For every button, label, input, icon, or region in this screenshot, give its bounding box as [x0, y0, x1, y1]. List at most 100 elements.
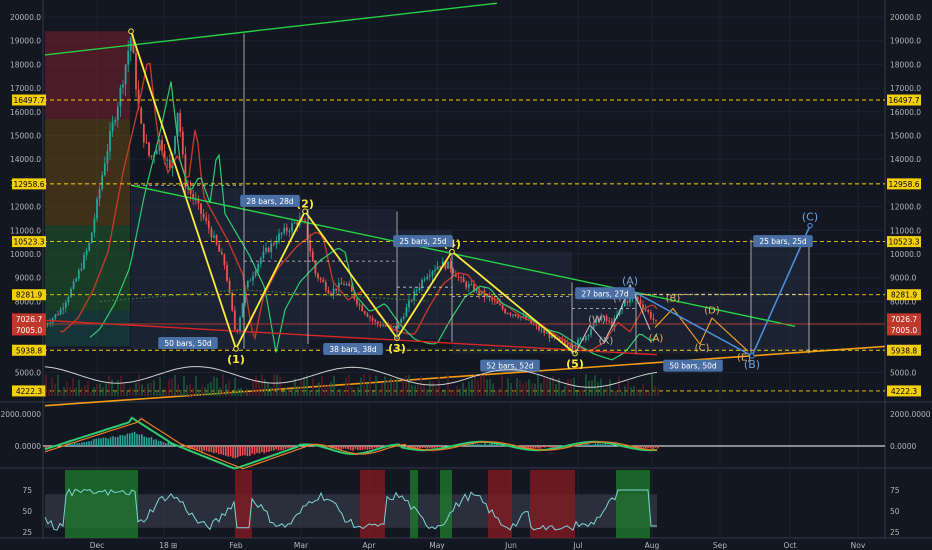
macd-histogram-bar: [141, 434, 143, 446]
macd-histogram-bar: [88, 441, 90, 446]
macd-histogram-bar: [479, 444, 481, 446]
trading-chart[interactable]: 5000.05000.06000.06000.07000.07000.08000…: [0, 0, 932, 550]
price-level-tag-text: 4222.3: [891, 387, 917, 396]
candle-body: [101, 175, 104, 190]
macd-histogram-bar: [345, 446, 347, 449]
candle-body: [257, 263, 260, 272]
candle-body: [311, 251, 314, 262]
macd-histogram-bar: [287, 446, 289, 449]
volume-bar: [492, 383, 494, 396]
price-level-tag-text: 10523.3: [13, 238, 44, 247]
volume-bar: [468, 381, 470, 396]
y-tick-label-right: 11000.0: [890, 226, 921, 235]
volume-bar: [195, 376, 197, 396]
macd-histogram-bar: [241, 446, 244, 456]
candle-body: [587, 334, 590, 337]
oscillator-zone: [616, 470, 650, 538]
candle-body: [327, 290, 330, 294]
volume-bar: [441, 391, 443, 396]
candle-body: [275, 242, 278, 245]
macd-histogram-bar: [289, 446, 292, 449]
macd-histogram-bar: [193, 446, 196, 449]
volume-bar: [636, 388, 638, 396]
candle-body: [369, 316, 371, 318]
volume-bar: [372, 391, 374, 396]
candle-body: [285, 227, 288, 232]
candle-body: [408, 300, 410, 308]
candle-body: [135, 53, 137, 90]
candle-body: [272, 243, 275, 245]
macd-histogram-bar: [208, 446, 210, 452]
volume-bar: [612, 390, 614, 396]
candle-body: [259, 257, 262, 264]
volume-bar: [435, 387, 437, 396]
macd-tick-right: 2000.0000: [890, 410, 931, 419]
macd-tick-left: 2000.0000: [0, 410, 41, 419]
candle-body: [283, 227, 286, 234]
y-tick-label-left: 17000.0: [10, 84, 41, 93]
candle-body: [254, 271, 257, 276]
volume-bar: [432, 381, 434, 396]
volume-bar: [627, 381, 629, 396]
macd-histogram-bar: [83, 442, 85, 446]
candle-body: [106, 151, 109, 164]
volume-bar: [54, 383, 56, 396]
volume-bar: [279, 376, 281, 396]
bar-count-tag: 25 bars, 25d: [753, 235, 813, 248]
candle-body: [514, 314, 517, 317]
macd-histogram-bar: [592, 444, 594, 446]
price-level-tag-left: 12958.6: [12, 178, 46, 190]
macd-histogram-bar: [126, 433, 129, 446]
candle-body: [109, 131, 111, 152]
macd-histogram-bar: [376, 446, 378, 449]
candle-body: [465, 282, 468, 288]
x-tick-label: Sep: [713, 541, 727, 550]
macd-histogram-bar: [426, 446, 429, 449]
volume-bar: [414, 385, 416, 396]
volume-bar: [369, 374, 371, 396]
volume-bar: [60, 390, 62, 396]
price-level-tag-right: 10523.3: [887, 236, 921, 248]
candle-body: [493, 300, 496, 302]
macd-histogram-bar: [587, 443, 589, 446]
macd-histogram-bar: [364, 446, 366, 450]
macd-histogram-bar: [481, 444, 484, 446]
volume-bar: [423, 383, 425, 396]
macd-histogram-bar: [167, 442, 169, 446]
candle-body: [506, 313, 509, 315]
volume-bar: [558, 378, 560, 396]
macd-histogram-bar: [275, 446, 277, 450]
candle-body: [340, 282, 343, 285]
volume-bar: [270, 387, 272, 396]
macd-histogram-bar: [102, 437, 105, 446]
volume-bar: [591, 380, 593, 396]
macd-histogram-bar: [532, 446, 534, 449]
candle-body: [98, 189, 101, 199]
y-tick-label-left: 11000.0: [10, 226, 41, 235]
volume-bar: [543, 377, 545, 396]
price-level-tag-left: 16497.7: [12, 94, 46, 106]
y-tick-label-right: 14000.0: [890, 155, 921, 164]
candle-body: [649, 311, 652, 319]
candle-body: [545, 333, 548, 335]
candle-body: [415, 290, 418, 292]
macd-histogram-bar: [256, 446, 258, 453]
candle-body: [114, 120, 117, 123]
volume-bar: [165, 389, 167, 396]
volume-bar: [561, 390, 563, 396]
candle-body: [207, 220, 210, 229]
macd-histogram-bar: [378, 446, 381, 448]
candle-body: [205, 217, 208, 221]
y-tick-label-left: 16000.0: [10, 108, 41, 117]
macd-histogram-bar: [352, 446, 354, 451]
volume-bar: [207, 383, 209, 396]
macd-histogram-bar: [215, 446, 217, 453]
volume-bar: [108, 375, 110, 396]
volume-bar: [186, 385, 188, 396]
candle-body: [57, 314, 59, 316]
volume-bar: [534, 383, 536, 396]
macd-histogram-bar: [304, 445, 306, 446]
macd-histogram-bar: [609, 444, 611, 446]
price-level-tag-text: 5938.8: [891, 346, 917, 355]
volume-bar: [597, 382, 599, 396]
